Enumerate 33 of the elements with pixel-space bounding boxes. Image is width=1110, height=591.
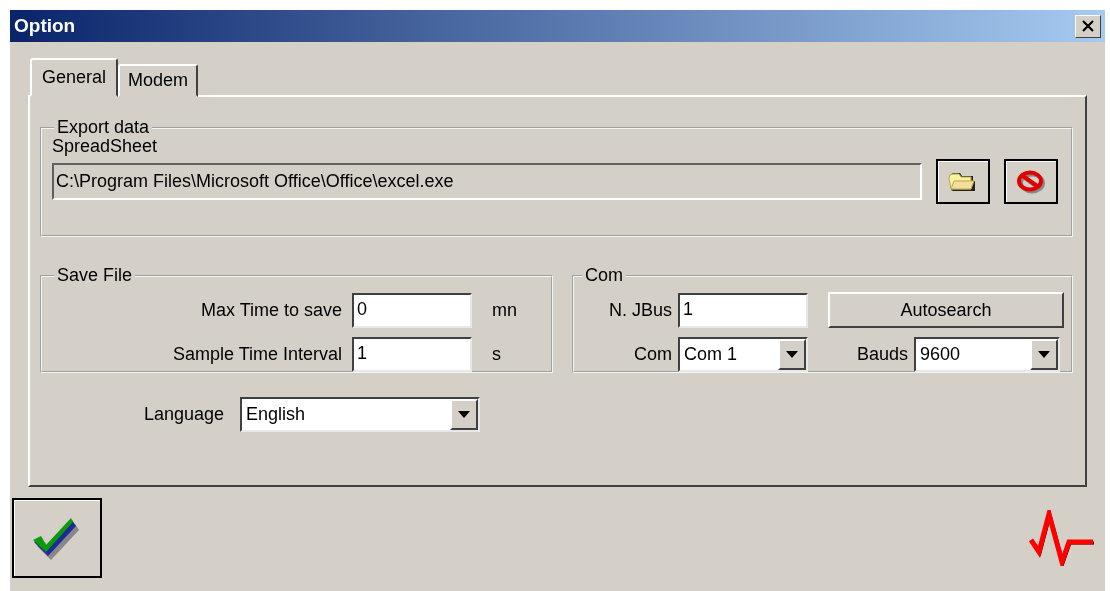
dropdown-arrow-icon <box>786 350 798 358</box>
ok-button[interactable] <box>12 498 102 578</box>
field-label: Language <box>142 404 225 425</box>
language-dropdown[interactable]: English <box>240 397 480 432</box>
autosearch-button[interactable]: Autosearch <box>828 292 1064 328</box>
field-label: SpreadSheet <box>52 136 159 157</box>
unit-label: mn <box>492 299 517 321</box>
com-dropdown[interactable]: Com 1 <box>678 336 808 372</box>
input-field[interactable]: 0 <box>352 292 472 328</box>
dropdown-arrow-icon <box>1038 350 1050 358</box>
group-title: Save File <box>56 265 134 286</box>
prohibited-icon <box>1016 168 1046 195</box>
field-label: Sample Time Interval <box>171 343 343 365</box>
path-field[interactable]: C:\Program Files\Microsoft Office\Office\excel.exe <box>52 163 922 200</box>
group-title: Com <box>584 265 624 286</box>
pulse-logo-icon <box>1029 510 1095 566</box>
clear-button[interactable] <box>1004 159 1058 204</box>
dropdown-arrow-icon <box>458 411 470 418</box>
tab[interactable]: General <box>30 58 119 97</box>
input-field[interactable]: 1 <box>678 292 808 328</box>
bauds-dropdown[interactable]: 9600 <box>914 336 1060 372</box>
field-label: Bauds <box>855 343 909 365</box>
field-label: Com <box>633 343 673 365</box>
unit-label: s <box>492 343 501 365</box>
group-title: Export data <box>56 117 151 138</box>
input-field[interactable]: 1 <box>352 336 472 372</box>
browse-button[interactable] <box>936 159 990 204</box>
tab[interactable]: Modem <box>118 64 199 97</box>
field-label: N. JBus <box>607 299 673 321</box>
field-label: Max Time to save <box>199 299 343 321</box>
close-icon <box>1081 20 1095 32</box>
window-title: Option <box>14 15 76 37</box>
close-button[interactable] <box>1075 14 1101 38</box>
